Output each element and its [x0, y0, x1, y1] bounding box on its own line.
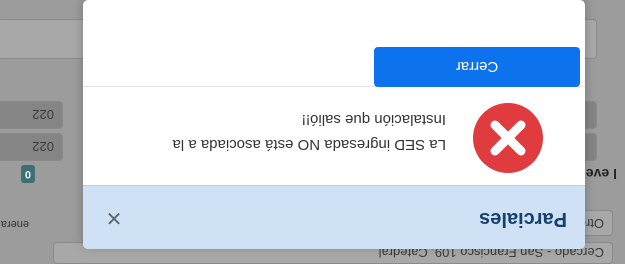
- error-x-icon: [473, 103, 543, 173]
- cerrar-button[interactable]: Cerrar: [374, 47, 580, 87]
- error-modal: Parciales × La SED ingresada NO está aso…: [83, 0, 585, 249]
- count-badge: 0: [20, 165, 35, 183]
- modal-title: Parciales: [479, 208, 567, 230]
- screen: Cercado - San Francisco 109, Catedral Ot…: [0, 0, 625, 264]
- year-field-2[interactable]: 022: [0, 101, 63, 129]
- modal-footer: Cerrar: [83, 0, 585, 87]
- year-field-1[interactable]: 022: [0, 133, 63, 161]
- side-label: enera: [0, 218, 29, 230]
- close-icon[interactable]: ×: [101, 204, 127, 234]
- modal-message: La SED ingresada NO está asociada a la I…: [172, 111, 447, 153]
- modal-header: Parciales ×: [83, 185, 585, 249]
- modal-body: La SED ingresada NO está asociada a la I…: [83, 86, 585, 185]
